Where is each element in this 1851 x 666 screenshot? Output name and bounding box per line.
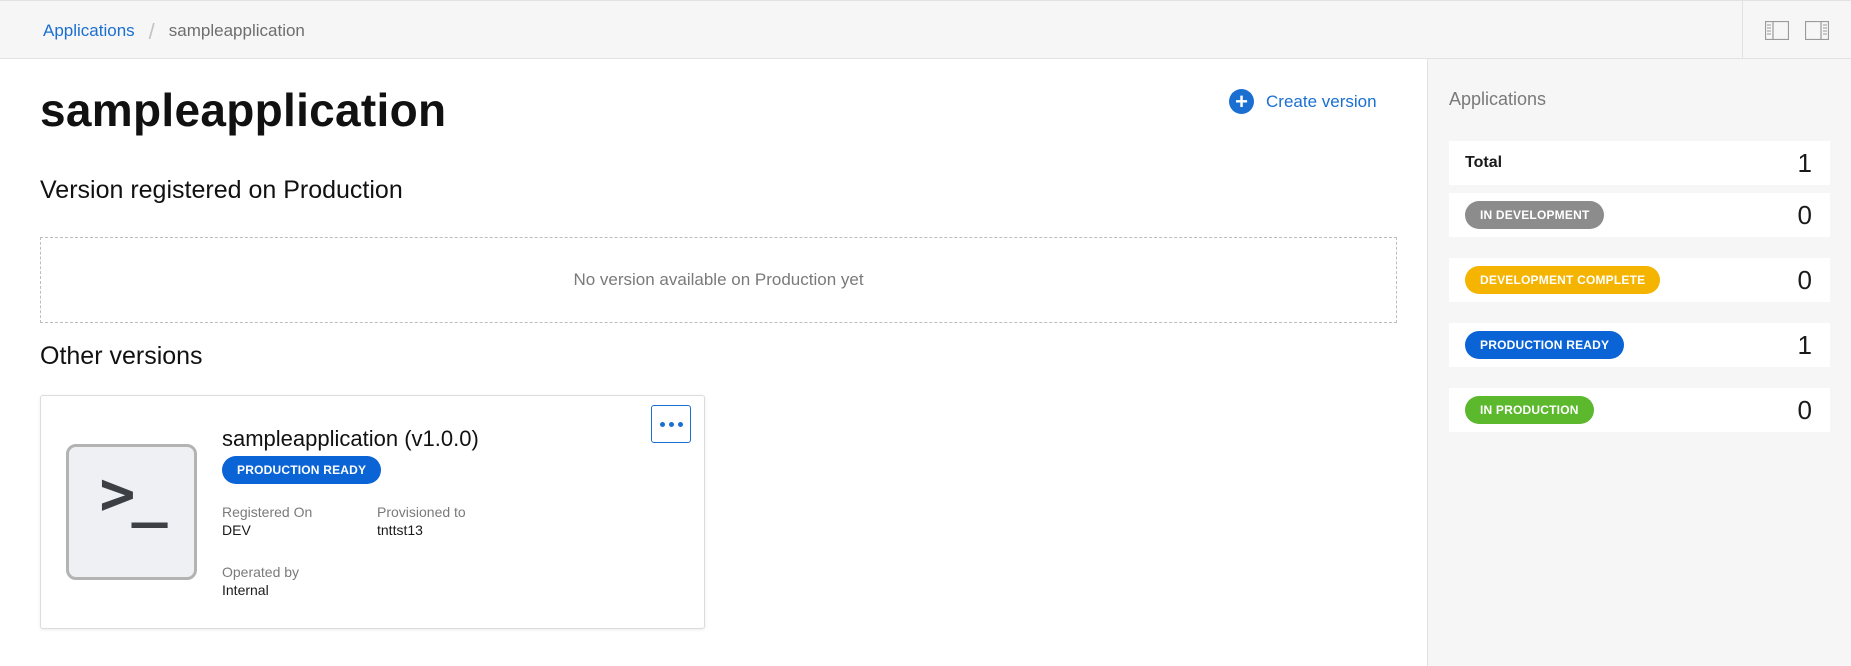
production-ready-badge: PRODUCTION READY bbox=[1465, 331, 1625, 359]
production-empty-text: No version available on Production yet bbox=[573, 270, 864, 289]
provisioned-to-value: tnttst13 bbox=[377, 522, 423, 538]
terminal-icon: >_ bbox=[66, 444, 197, 580]
summary-row-development-complete[interactable]: DEVELOPMENT COMPLETE 0 bbox=[1449, 258, 1830, 302]
production-section-title: Version registered on Production bbox=[40, 176, 403, 204]
in-production-badge: IN PRODUCTION bbox=[1465, 396, 1594, 424]
create-version-button[interactable]: + Create version bbox=[1229, 89, 1377, 114]
operated-by-label: Operated by bbox=[222, 564, 300, 580]
summary-row-in-production[interactable]: IN PRODUCTION 0 bbox=[1449, 388, 1830, 432]
summary-row-in-development[interactable]: IN DEVELOPMENT 0 bbox=[1449, 193, 1830, 237]
plus-circle-icon: + bbox=[1229, 89, 1254, 114]
in-production-count: 0 bbox=[1797, 394, 1812, 425]
top-bar: Applications / sampleapplication bbox=[0, 0, 1851, 59]
breadcrumb-applications-link[interactable]: Applications bbox=[43, 21, 135, 41]
production-empty-state: No version available on Production yet bbox=[40, 237, 1397, 323]
other-versions-title: Other versions bbox=[40, 342, 203, 370]
status-badge: PRODUCTION READY bbox=[222, 456, 382, 484]
version-title: sampleapplication (v1.0.0) bbox=[222, 426, 479, 451]
in-development-count: 0 bbox=[1797, 199, 1812, 230]
summary-panel: Applications Total 1 IN DEVELOPMENT 0 DE… bbox=[1427, 59, 1851, 666]
development-complete-count: 0 bbox=[1797, 264, 1812, 295]
production-ready-count: 1 bbox=[1797, 329, 1812, 360]
more-options-button[interactable] bbox=[651, 405, 691, 443]
summary-total-count: 1 bbox=[1797, 147, 1812, 178]
panel-left-icon[interactable] bbox=[1764, 20, 1790, 40]
breadcrumb-current: sampleapplication bbox=[168, 21, 305, 40]
breadcrumb: Applications / sampleapplication bbox=[43, 18, 305, 44]
registered-on-value: DEV bbox=[222, 522, 251, 538]
development-complete-badge: DEVELOPMENT COMPLETE bbox=[1465, 266, 1661, 294]
breadcrumb-separator: / bbox=[148, 18, 155, 44]
summary-row-production-ready[interactable]: PRODUCTION READY 1 bbox=[1449, 323, 1830, 367]
terminal-glyph: >_ bbox=[99, 459, 167, 529]
summary-row-total: Total 1 bbox=[1449, 141, 1830, 185]
panel-right-icon[interactable] bbox=[1804, 20, 1830, 40]
main-content: sampleapplication + Create version Versi… bbox=[0, 59, 1427, 666]
summary-title: Applications bbox=[1449, 89, 1547, 109]
provisioned-to-label: Provisioned to bbox=[377, 504, 466, 520]
page-title: sampleapplication bbox=[40, 84, 447, 136]
panel-toggle-group bbox=[1742, 1, 1851, 59]
create-version-label: Create version bbox=[1266, 91, 1377, 111]
more-horizontal-icon bbox=[659, 421, 665, 427]
summary-total-label: Total bbox=[1465, 154, 1503, 171]
registered-on-label: Registered On bbox=[222, 504, 313, 520]
operated-by-value: Internal bbox=[222, 582, 269, 598]
in-development-badge: IN DEVELOPMENT bbox=[1465, 201, 1605, 229]
version-card[interactable]: >_ sampleapplication (v1.0.0) PRODUCTION… bbox=[40, 395, 705, 629]
